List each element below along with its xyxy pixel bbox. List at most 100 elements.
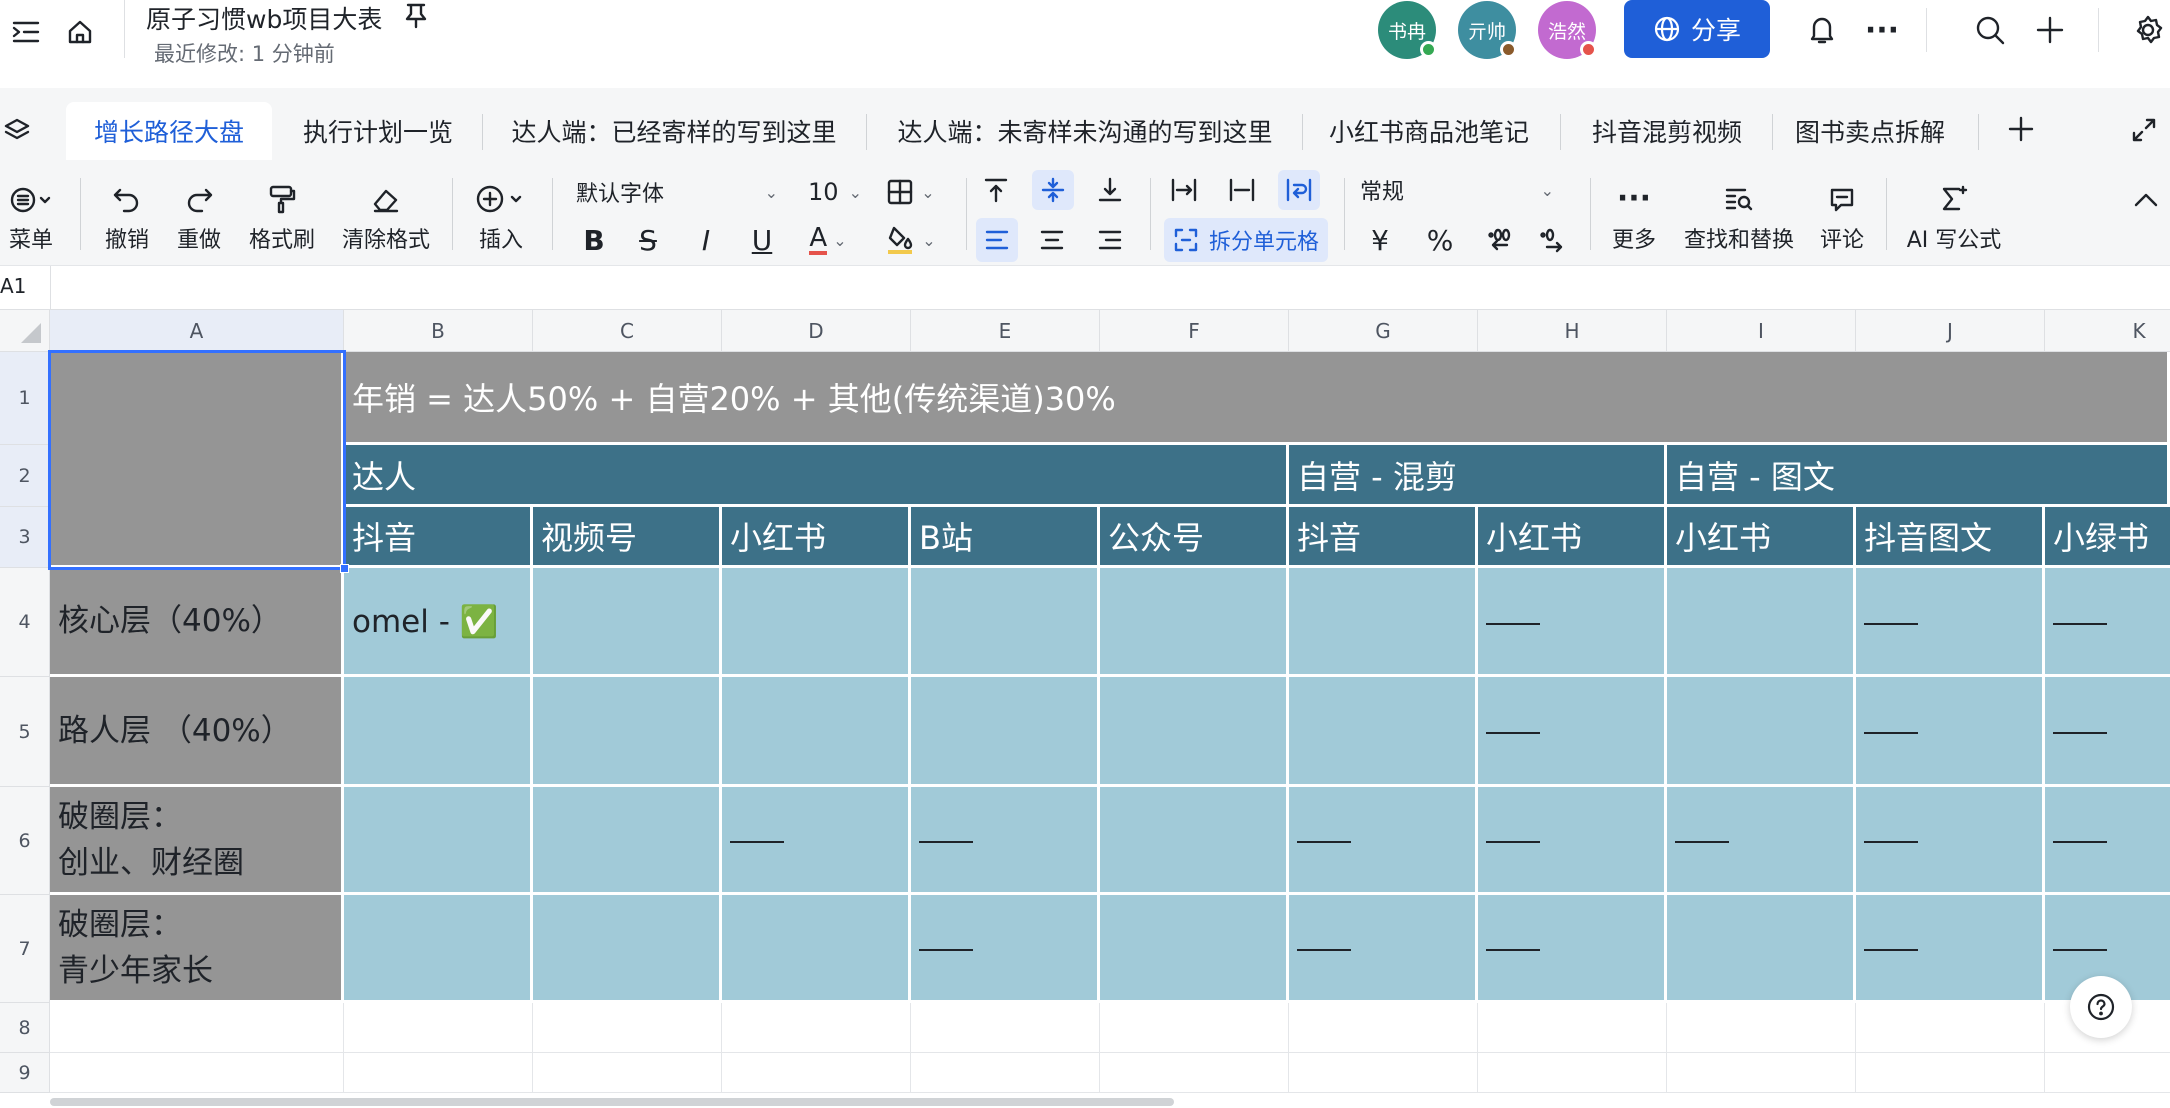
add-icon[interactable]	[2030, 10, 2070, 50]
empty-cell[interactable]	[1289, 1003, 1478, 1053]
data-cell[interactable]	[722, 895, 911, 1003]
insert-button[interactable]: 插入	[466, 160, 536, 266]
cell-a1-merged[interactable]	[50, 352, 344, 568]
find-replace-button[interactable]: 查找和替换	[1680, 160, 1798, 266]
empty-cell[interactable]	[1667, 1053, 1856, 1093]
group-header-cell[interactable]: 自营 - 图文	[1667, 445, 2170, 507]
data-cell[interactable]	[1478, 677, 1667, 787]
data-cell[interactable]	[2045, 787, 2170, 895]
data-cell[interactable]	[1478, 787, 1667, 895]
subheader-cell[interactable]: 抖音图文	[1856, 507, 2045, 568]
pin-icon[interactable]	[400, 0, 432, 32]
group-header-cell[interactable]: 自营 - 混剪	[1289, 445, 1667, 507]
empty-cell[interactable]	[1667, 1003, 1856, 1053]
empty-cell[interactable]	[1100, 1003, 1289, 1053]
italic-button[interactable]: I	[686, 218, 726, 262]
cell-reference[interactable]: A1	[0, 274, 26, 298]
percent-button[interactable]: %	[1420, 218, 1460, 262]
data-cell[interactable]	[911, 895, 1100, 1003]
data-cell[interactable]	[1289, 895, 1478, 1003]
avatar[interactable]: 亓帅	[1458, 1, 1517, 59]
subheader-cell[interactable]: 抖音	[344, 507, 533, 568]
column-header[interactable]: F	[1100, 310, 1289, 352]
data-cell[interactable]	[344, 787, 533, 895]
tab-execution-plan[interactable]: 执行计划一览	[288, 102, 468, 160]
empty-cell[interactable]	[1478, 1053, 1667, 1093]
undo-button[interactable]: 撤销	[98, 160, 156, 266]
borders-button[interactable]: ⌄	[880, 170, 942, 214]
font-family-select[interactable]: 默认字体 ⌄	[576, 170, 786, 214]
data-cell[interactable]	[911, 677, 1100, 787]
data-cell[interactable]	[2045, 568, 2170, 677]
align-left-button[interactable]	[976, 218, 1018, 262]
tab-influencers-unsampled[interactable]: 达人端：未寄样未沟通的写到这里	[880, 102, 1290, 160]
redo-button[interactable]: 重做	[170, 160, 228, 266]
notification-bell-icon[interactable]	[1802, 10, 1842, 50]
tab-influencers-sampled[interactable]: 达人端：已经寄样的写到这里	[496, 102, 852, 160]
increase-decimal-button[interactable]	[1534, 218, 1574, 262]
row-label-cell[interactable]: 破圈层： 创业、财经圈	[50, 787, 344, 895]
row-header[interactable]: 5	[0, 677, 50, 787]
row-header[interactable]: 9	[0, 1053, 50, 1093]
avatar[interactable]: 浩然	[1538, 1, 1597, 59]
empty-cell[interactable]	[1478, 1003, 1667, 1053]
data-cell[interactable]	[1856, 677, 2045, 787]
row-header[interactable]: 1	[0, 352, 50, 445]
empty-cell[interactable]	[50, 1053, 344, 1093]
column-header[interactable]: I	[1667, 310, 1856, 352]
align-right-button[interactable]	[1090, 218, 1130, 262]
data-cell[interactable]	[722, 787, 911, 895]
tab-growth-dashboard[interactable]: 增长路径大盘	[66, 102, 272, 160]
column-header[interactable]: K	[2045, 310, 2170, 352]
align-top-button[interactable]	[976, 170, 1016, 210]
column-header[interactable]: B	[344, 310, 533, 352]
empty-cell[interactable]	[344, 1003, 533, 1053]
empty-cell[interactable]	[722, 1053, 911, 1093]
subheader-cell[interactable]: 小红书	[1667, 507, 1856, 568]
search-icon[interactable]	[1970, 10, 2010, 50]
empty-cell[interactable]	[533, 1003, 722, 1053]
clear-format-button[interactable]: 清除格式	[340, 160, 432, 266]
row-label-cell[interactable]: 路人层 （40%）	[50, 677, 344, 787]
data-cell[interactable]	[1856, 568, 2045, 677]
column-header[interactable]: G	[1289, 310, 1478, 352]
empty-cell[interactable]	[1856, 1053, 2045, 1093]
row-header[interactable]: 4	[0, 568, 50, 677]
data-cell[interactable]	[2045, 677, 2170, 787]
row-header[interactable]: 2	[0, 445, 50, 507]
column-header[interactable]: H	[1478, 310, 1667, 352]
tab-douyin-videos[interactable]: 抖音混剪视频	[1574, 102, 1760, 160]
data-cell[interactable]	[1667, 568, 1856, 677]
subheader-cell[interactable]: B站	[911, 507, 1100, 568]
subheader-cell[interactable]: 公众号	[1100, 507, 1289, 568]
merge-cells-button[interactable]	[1164, 170, 1204, 210]
data-cell[interactable]	[533, 787, 722, 895]
align-middle-button[interactable]	[1032, 170, 1074, 210]
sidebar-toggle-icon[interactable]	[4, 14, 48, 50]
tab-book-selling-points[interactable]: 图书卖点拆解	[1786, 102, 1954, 160]
bold-button[interactable]: B	[574, 218, 614, 262]
more-button[interactable]: ··· 更多	[1600, 160, 1668, 266]
data-cell[interactable]	[1478, 568, 1667, 677]
align-bottom-button[interactable]	[1090, 170, 1130, 210]
subheader-cell[interactable]: 小红书	[1478, 507, 1667, 568]
fill-color-button[interactable]: ⌄	[880, 218, 942, 262]
column-header[interactable]: C	[533, 310, 722, 352]
wrap-text-button[interactable]	[1278, 170, 1320, 210]
data-cell[interactable]	[1478, 895, 1667, 1003]
empty-cell[interactable]	[533, 1053, 722, 1093]
home-icon[interactable]	[60, 12, 100, 52]
data-cell[interactable]	[1100, 895, 1289, 1003]
number-format-select[interactable]: 常规 ⌄	[1360, 170, 1560, 210]
format-painter-button[interactable]: 格式刷	[242, 160, 322, 266]
settings-gear-icon[interactable]	[2128, 10, 2168, 50]
subheader-cell[interactable]: 小绿书	[2045, 507, 2170, 568]
group-header-cell[interactable]: 达人	[344, 445, 1289, 507]
document-title[interactable]: 原子习惯wb项目大表	[146, 0, 382, 36]
empty-cell[interactable]	[344, 1053, 533, 1093]
data-cell[interactable]	[1100, 787, 1289, 895]
more-options-icon[interactable]: ···	[1862, 10, 1902, 50]
data-cell[interactable]	[533, 568, 722, 677]
data-cell[interactable]	[1856, 787, 2045, 895]
help-button[interactable]	[2070, 976, 2132, 1038]
